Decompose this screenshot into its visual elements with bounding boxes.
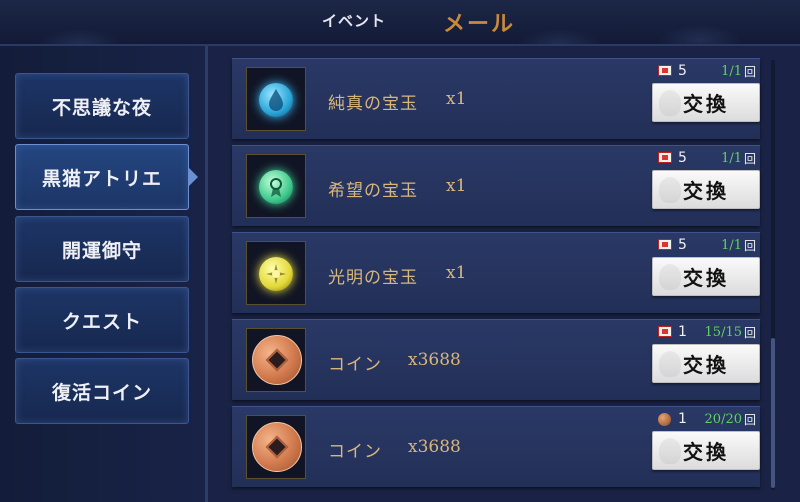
- exchange-button[interactable]: 交換: [652, 257, 760, 296]
- exchange-row: 希望の宝玉 x1 5 1/1 回 交換: [232, 145, 760, 226]
- item-name: 希望の宝玉: [328, 181, 418, 201]
- active-arrow-icon: [188, 167, 198, 187]
- limit-unit: 回: [743, 239, 756, 253]
- sidebar-item-label: 復活コイン: [51, 381, 152, 404]
- exchange-button-label: 交換: [683, 179, 729, 203]
- exchange-button-label: 交換: [683, 353, 729, 377]
- exchange-limit: 1/1: [721, 151, 742, 166]
- cost-amount: 1: [678, 411, 687, 427]
- limit-unit: 回: [743, 326, 756, 340]
- exchange-limit: 1/1: [721, 238, 742, 253]
- cost-line: 5 1/1 回: [654, 61, 760, 81]
- exchange-button-label: 交換: [683, 266, 729, 290]
- sidebar-item-label: 黒猫アトリエ: [41, 167, 162, 190]
- sidebar-item-kaiun-omamori[interactable]: 開運御守: [15, 216, 189, 282]
- item-quantity: x1: [446, 263, 467, 283]
- item-icon-frame: [246, 241, 306, 305]
- green-ribbon-gem-icon: [259, 170, 293, 204]
- item-name: 純真の宝玉: [328, 94, 418, 114]
- cost-amount: 5: [678, 237, 687, 253]
- item-icon-frame: [246, 415, 306, 479]
- item-name: コイン: [328, 355, 382, 375]
- cost-line: 1 20/20 回: [654, 409, 760, 429]
- scrollbar-thumb[interactable]: [771, 338, 775, 488]
- exchange-button[interactable]: 交換: [652, 83, 760, 122]
- item-name: コイン: [328, 442, 382, 462]
- cost-line: 1 15/15 回: [654, 322, 760, 342]
- top-bar: イベント メール: [0, 0, 800, 46]
- sidebar-item-kuroneko-atelier[interactable]: 黒猫アトリエ: [15, 144, 198, 210]
- sidebar-item-quest[interactable]: クエスト: [15, 287, 189, 353]
- cost-line: 5 1/1 回: [654, 148, 760, 168]
- cost-amount: 5: [678, 150, 687, 166]
- item-quantity: x1: [446, 176, 467, 196]
- exchange-limit: 1/1: [721, 64, 742, 79]
- ticket-icon: [658, 152, 672, 163]
- exchange-row: コイン x3688 1 15/15 回 交換: [232, 319, 760, 400]
- blue-drop-gem-icon: [259, 83, 293, 117]
- exchange-button[interactable]: 交換: [652, 431, 760, 470]
- sidebar-item-label: 不思議な夜: [51, 96, 152, 119]
- exchange-limit: 15/15: [704, 325, 742, 340]
- limit-unit: 回: [743, 65, 756, 79]
- exchange-row: 光明の宝玉 x1 5 1/1 回 交換: [232, 232, 760, 313]
- cost-line: 5 1/1 回: [654, 235, 760, 255]
- exchange-button[interactable]: 交換: [652, 170, 760, 209]
- tab-event[interactable]: イベント: [322, 10, 386, 31]
- exchange-row: コイン x3688 1 20/20 回 交換: [232, 406, 760, 487]
- item-quantity: x1: [446, 89, 467, 109]
- wave-decoration: [0, 0, 800, 44]
- ticket-icon: [658, 326, 672, 337]
- cost-amount: 5: [678, 63, 687, 79]
- ticket-icon: [658, 239, 672, 250]
- sidebar-item-label: クエスト: [61, 310, 142, 333]
- coin-icon: [252, 335, 302, 385]
- item-quantity: x3688: [408, 437, 461, 457]
- item-name: 光明の宝玉: [328, 268, 418, 288]
- item-icon-frame: [246, 328, 306, 392]
- limit-unit: 回: [743, 413, 756, 427]
- item-quantity: x3688: [408, 350, 461, 370]
- sidebar-item-label: 開運御守: [61, 239, 142, 262]
- exchange-button-label: 交換: [683, 92, 729, 116]
- cost-amount: 1: [678, 324, 687, 340]
- exchange-limit: 20/20: [704, 412, 742, 427]
- yellow-sun-gem-icon: [259, 257, 293, 291]
- sidebar-item-fushigi-na-yoru[interactable]: 不思議な夜: [15, 73, 189, 139]
- item-icon-frame: [246, 154, 306, 218]
- exchange-button-label: 交換: [683, 440, 729, 464]
- limit-unit: 回: [743, 152, 756, 166]
- tab-mail[interactable]: メール: [443, 6, 515, 38]
- item-icon-frame: [246, 67, 306, 131]
- coin-icon: [252, 422, 302, 472]
- exchange-row: 純真の宝玉 x1 5 1/1 回 交換: [232, 58, 760, 139]
- exchange-button[interactable]: 交換: [652, 344, 760, 383]
- sidebar-item-fukkatsu-coin[interactable]: 復活コイン: [15, 358, 189, 424]
- ticket-icon: [658, 65, 672, 76]
- copper-coin-icon: [658, 413, 671, 426]
